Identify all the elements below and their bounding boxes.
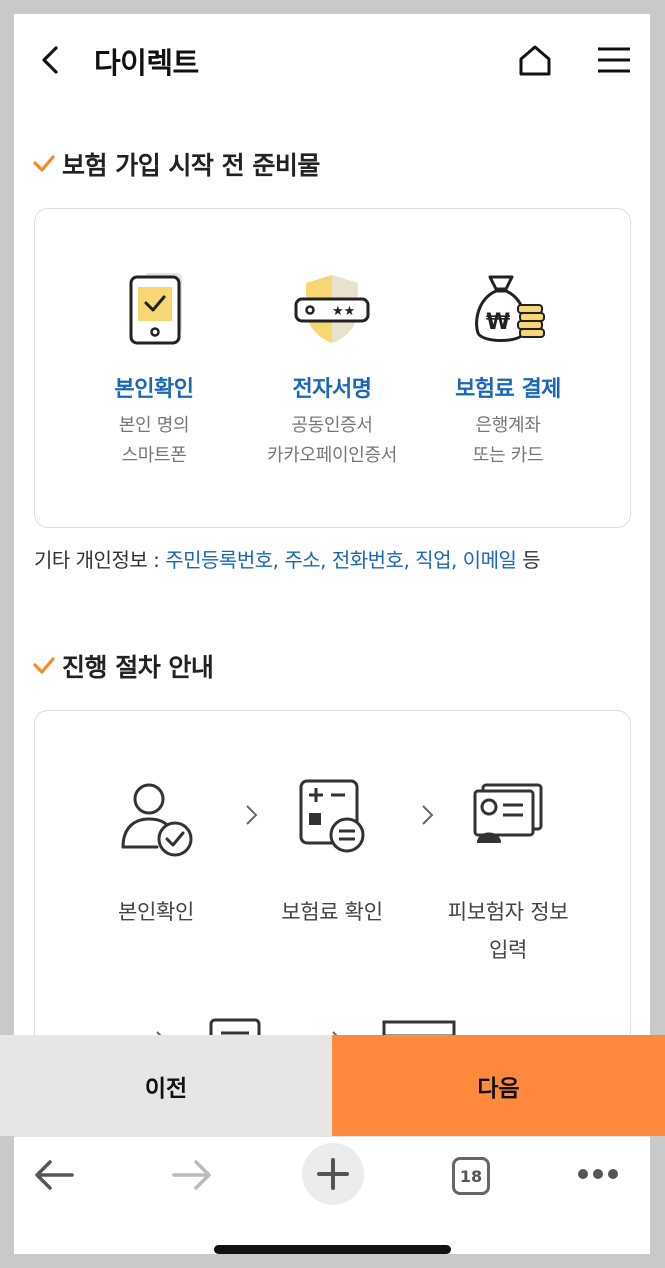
prep-section-title-text: 보험 가입 시작 전 준비물 <box>62 151 320 180</box>
prep-item-desc: 본인 명의 스마트폰 <box>59 411 249 471</box>
other-info-suffix: 등 <box>516 548 541 572</box>
id-card-icon <box>473 783 543 843</box>
back-arrow-icon[interactable] <box>36 42 66 78</box>
prev-button[interactable]: 이전 <box>0 1035 332 1136</box>
new-tab-button[interactable] <box>302 1143 364 1205</box>
step-label-line1: 피보험자 정보 <box>447 900 569 924</box>
phone-check-icon <box>129 273 182 345</box>
prep-item-desc-line2: 스마트폰 <box>121 445 187 466</box>
prep-section-title: 보험 가입 시작 전 준비물 <box>32 146 320 182</box>
person-check-icon <box>121 783 193 857</box>
other-info-prefix: 기타 개인정보 : <box>34 548 166 572</box>
tabs-count-button[interactable]: 18 <box>452 1157 490 1195</box>
prep-item-desc-line1: 은행계좌 <box>475 415 541 436</box>
money-bag-icon: ₩ <box>475 275 545 342</box>
prep-item-name: 보험료 결제 <box>455 377 561 402</box>
svg-text:₩: ₩ <box>486 310 510 335</box>
step-label-line2: 입력 <box>488 938 528 962</box>
next-button[interactable]: 다음 <box>332 1035 665 1136</box>
prep-item-desc-line2: 카카오페이인증서 <box>266 445 398 466</box>
process-section-title: 진행 절차 안내 <box>32 648 214 684</box>
prep-item-desc-line2: 또는 카드 <box>472 445 544 466</box>
prep-item-signature: ★★ 전자서명 공동인증서 카카오페이인증서 <box>237 269 427 471</box>
prep-item-desc-line1: 본인 명의 <box>118 415 190 436</box>
other-info-links[interactable]: 주민등록번호, 주소, 전화번호, 직업, 이메일 <box>165 548 517 572</box>
prep-item-desc: 은행계좌 또는 카드 <box>413 411 603 471</box>
step-label: 본인확인 <box>117 900 195 924</box>
home-indicator[interactable] <box>214 1245 451 1254</box>
step-premium: 보험료 확인 <box>247 775 417 931</box>
prep-item-desc: 공동인증서 카카오페이인증서 <box>237 411 427 471</box>
check-icon <box>33 155 55 172</box>
plus-icon <box>317 1158 349 1190</box>
shield-password-icon: ★★ <box>294 275 370 343</box>
more-options-icon[interactable] <box>576 1167 620 1181</box>
app-header: 다이렉트 <box>14 14 650 106</box>
svg-text:★★: ★★ <box>332 304 355 319</box>
home-icon[interactable] <box>517 42 553 78</box>
page-title: 다이렉트 <box>94 46 199 80</box>
step-insured-info: 피보험자 정보 입력 <box>423 775 593 969</box>
step-label: 보험료 확인 <box>281 900 383 924</box>
prep-item-payment: ₩ 보험료 결제 은행계좌 또는 카드 <box>413 269 603 471</box>
phone-frame: 다이렉트 보험 가입 시작 전 준비물 본인확인 본인 명의 스마트폰 ★★ 전… <box>0 0 665 1268</box>
prep-item-desc-line1: 공동인증서 <box>291 415 373 436</box>
prep-item-identity: 본인확인 본인 명의 스마트폰 <box>59 269 249 471</box>
calculator-icon <box>299 779 365 853</box>
hamburger-menu-icon[interactable] <box>596 44 632 76</box>
prep-item-name: 전자서명 <box>292 377 372 402</box>
step-label: 피보험자 정보 입력 <box>423 893 593 969</box>
prep-item-name: 본인확인 <box>114 377 194 402</box>
prep-card: 본인확인 본인 명의 스마트폰 ★★ 전자서명 공동인증서 카카오페이인증서 ₩… <box>34 208 631 528</box>
check-icon <box>33 657 55 674</box>
browser-forward-icon[interactable] <box>170 1157 214 1193</box>
browser-toolbar: 18 <box>14 1136 650 1254</box>
other-info-text: 기타 개인정보 : 주민등록번호, 주소, 전화번호, 직업, 이메일 등 <box>34 544 541 573</box>
browser-back-icon[interactable] <box>32 1157 76 1193</box>
step-identity: 본인확인 <box>71 775 241 931</box>
process-section-title-text: 진행 절차 안내 <box>62 653 214 682</box>
